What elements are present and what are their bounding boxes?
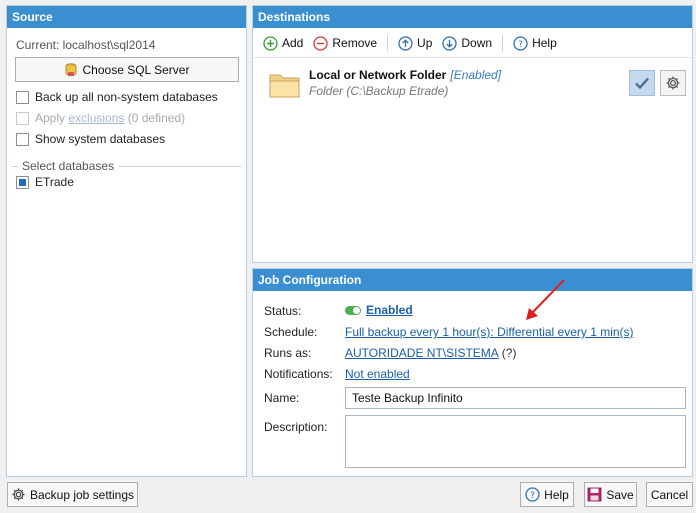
question-circle-icon: ? (525, 487, 540, 502)
exclusions-link: exclusions (68, 111, 125, 125)
job-configuration-panel: Job Configuration Status: Enabled Schedu… (252, 268, 693, 477)
svg-text:?: ? (518, 40, 523, 50)
show-system-label: Show system databases (35, 132, 166, 146)
help-button[interactable]: ? Help (520, 482, 574, 507)
destinations-toolbar: Add Remove Up Down ? Help (263, 35, 557, 51)
name-label: Name: (264, 391, 300, 405)
add-button[interactable]: Add (263, 35, 304, 51)
arrow-up-circle-icon (398, 35, 413, 51)
source-header: Source (7, 6, 246, 28)
show-system-checkbox[interactable] (16, 132, 29, 146)
apply-exclusions-checkbox (16, 111, 29, 125)
database-checkbox[interactable] (16, 175, 29, 189)
destination-status: [Enabled] (450, 68, 502, 82)
checkmark-icon (635, 77, 649, 89)
backup-all-label: Back up all non-system databases (35, 90, 218, 104)
status-value[interactable]: Enabled (345, 303, 413, 317)
help-label: Help (544, 487, 569, 502)
up-button[interactable]: Up (398, 35, 433, 51)
floppy-disk-icon (587, 487, 602, 502)
destination-settings-button[interactable] (660, 70, 686, 96)
down-button[interactable]: Down (442, 35, 493, 51)
status-label: Status: (264, 304, 302, 318)
destinations-header: Destinations (253, 6, 692, 28)
cancel-label: Cancel (650, 487, 689, 502)
show-system-option[interactable]: Show system databases (16, 132, 165, 146)
backup-job-settings-button[interactable]: Backup job settings (7, 482, 138, 507)
description-input[interactable] (345, 415, 686, 468)
database-name: ETrade (35, 175, 74, 189)
plus-circle-icon (263, 35, 278, 51)
arrow-down-circle-icon (442, 35, 458, 51)
down-label: Down (461, 36, 493, 50)
runs-as-value: AUTORIDADE NT\SISTEMA (?) (345, 346, 516, 360)
select-databases-label: Select databases (22, 159, 115, 173)
add-label: Add (282, 36, 304, 50)
help-toolbar-button[interactable]: ? Help (513, 35, 557, 51)
apply-prefix: Apply (35, 111, 66, 125)
folder-icon (269, 74, 300, 98)
apply-label: Apply exclusions (0 defined) (35, 111, 185, 125)
choose-sql-server-button[interactable]: Choose SQL Server (15, 57, 239, 82)
gear-icon (12, 488, 25, 501)
toolbar-separator (387, 35, 389, 51)
destination-title: Local or Network Folder [Enabled] (309, 68, 501, 82)
annotation-arrow-icon (526, 279, 565, 320)
help-toolbar-label: Help (532, 36, 557, 50)
group-divider-right (118, 165, 241, 167)
backup-all-option[interactable]: Back up all non-system databases (16, 90, 218, 104)
svg-text:?: ? (530, 491, 535, 501)
save-button[interactable]: Save (584, 482, 637, 507)
up-label: Up (417, 36, 433, 50)
notifications-label: Notifications: (264, 367, 333, 381)
remove-label: Remove (332, 36, 378, 50)
toolbar-separator (502, 35, 504, 51)
cancel-button[interactable]: Cancel (646, 482, 693, 507)
schedule-label: Schedule: (264, 325, 318, 339)
backup-all-checkbox[interactable] (16, 90, 29, 104)
group-divider-left (12, 165, 18, 167)
backup-job-settings-label: Backup job settings (29, 487, 135, 502)
apply-exclusions-option: Apply exclusions (0 defined) (16, 111, 185, 125)
current-server-label: Current: localhost\sql2014 (16, 38, 156, 52)
schedule-link[interactable]: Full backup every 1 hour(s): Differentia… (345, 325, 634, 339)
destination-item[interactable]: Local or Network Folder [Enabled] Folder … (267, 67, 687, 109)
remove-button[interactable]: Remove (313, 35, 378, 51)
job-configuration-header: Job Configuration (253, 269, 692, 291)
destination-enable-button[interactable] (629, 70, 655, 96)
runs-as-link[interactable]: AUTORIDADE NT\SISTEMA (345, 346, 499, 360)
notifications-link[interactable]: Not enabled (345, 367, 410, 381)
status-enabled-link[interactable]: Enabled (366, 303, 413, 317)
database-icon (65, 62, 76, 76)
destinations-panel: Destinations Add Remove Up Down ? Help L… (252, 5, 693, 263)
destination-title-text: Local or Network Folder (309, 68, 447, 82)
minus-circle-icon (313, 35, 329, 51)
gear-icon (666, 76, 680, 90)
toolbar-divider (253, 57, 692, 58)
select-databases-group: Select databases (12, 159, 241, 173)
choose-sql-server-label: Choose SQL Server (82, 62, 190, 77)
destination-subtitle: Folder (C:\Backup Etrade) (309, 84, 449, 98)
database-item-etrade[interactable]: ETrade (16, 175, 74, 189)
save-label: Save (606, 487, 634, 502)
description-label: Description: (264, 420, 328, 434)
job-name-input[interactable] (345, 387, 686, 409)
exclusions-count: (0 defined) (127, 111, 186, 125)
source-panel: Source Current: localhost\sql2014 Choose… (6, 5, 247, 477)
question-circle-icon: ? (513, 35, 528, 51)
toggle-icon[interactable] (345, 306, 361, 316)
runs-as-label: Runs as: (264, 346, 312, 360)
runs-as-hint[interactable]: (?) (502, 346, 517, 360)
